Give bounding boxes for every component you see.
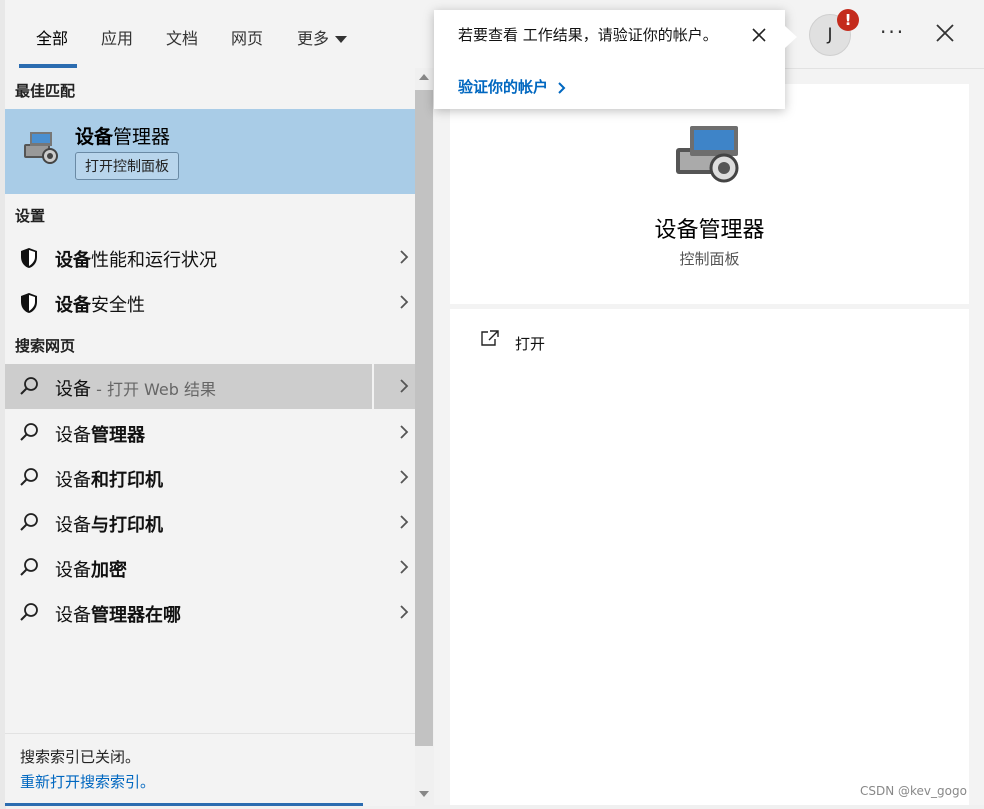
watermark: CSDN @kev_gogo bbox=[860, 784, 967, 798]
web-result-suffix: - 打开 Web 结果 bbox=[91, 380, 217, 399]
search-icon bbox=[20, 423, 38, 441]
search-icon bbox=[20, 603, 38, 621]
web-result-item[interactable]: 设备管理器 bbox=[5, 410, 415, 455]
web-result-bold: 与打印机 bbox=[91, 515, 163, 536]
chevron-right-icon bbox=[400, 470, 409, 484]
web-result-plain: 设备 bbox=[55, 605, 91, 626]
settings-item-rest: 性能和运行状况 bbox=[91, 250, 217, 271]
shield-icon bbox=[21, 248, 37, 268]
web-result-bold: 管理器在哪 bbox=[91, 605, 181, 626]
settings-item-bold: 设备 bbox=[55, 250, 91, 271]
verify-account-label: 验证你的帐户 bbox=[458, 78, 549, 96]
best-match-title: 设备管理器 bbox=[75, 122, 170, 149]
index-status-text: 搜索索引已关闭。 bbox=[20, 748, 141, 766]
preview-card: 设备管理器 控制面板 bbox=[450, 84, 969, 304]
search-icon bbox=[20, 513, 38, 531]
chevron-right-icon bbox=[400, 605, 409, 619]
search-index-footer: 搜索索引已关闭。 重新打开搜索索引。 bbox=[5, 733, 415, 806]
preview-actions: 打开 bbox=[450, 309, 969, 805]
web-result-item[interactable]: 设备管理器在哪 bbox=[5, 590, 415, 635]
web-result-plain: 设备 bbox=[55, 425, 91, 446]
open-action-label: 打开 bbox=[515, 335, 546, 353]
tab-web[interactable]: 网页 bbox=[231, 25, 263, 49]
settings-item-bold: 设备 bbox=[55, 295, 91, 316]
web-result-bold: 加密 bbox=[91, 560, 127, 581]
verify-account-popup: 若要查看 工作结果，请验证你的帐户。 验证你的帐户 bbox=[434, 10, 785, 109]
web-result-label: 设备管理器 bbox=[55, 421, 145, 447]
device-manager-icon bbox=[676, 126, 739, 183]
chevron-right-icon[interactable] bbox=[399, 378, 409, 394]
tab-more[interactable]: 更多 bbox=[297, 25, 348, 49]
popup-message: 若要查看 工作结果，请验证你的帐户。 bbox=[458, 26, 718, 44]
settings-header: 设置 bbox=[15, 207, 46, 225]
web-result-item[interactable]: 设备加密 bbox=[5, 545, 415, 590]
web-result-label: 设备管理器在哪 bbox=[55, 601, 181, 627]
divider bbox=[372, 364, 374, 409]
best-match-header: 最佳匹配 bbox=[15, 82, 76, 100]
web-result-plain: 设备 bbox=[55, 515, 91, 536]
device-manager-icon bbox=[24, 132, 58, 164]
chevron-right-icon bbox=[400, 295, 409, 309]
web-result-label: 设备 - 打开 Web 结果 bbox=[55, 375, 216, 401]
preview-title: 设备管理器 bbox=[654, 218, 765, 243]
web-result-plain: 设备 bbox=[55, 379, 91, 400]
close-icon[interactable] bbox=[933, 21, 957, 45]
chevron-right-icon bbox=[400, 515, 409, 529]
settings-item-health[interactable]: 设备性能和运行状况 bbox=[5, 235, 415, 280]
best-match-title-bold: 设备 bbox=[75, 126, 114, 148]
close-icon[interactable] bbox=[750, 26, 768, 44]
web-result-item[interactable]: 设备和打印机 bbox=[5, 455, 415, 500]
scroll-down-icon[interactable] bbox=[419, 791, 429, 797]
best-match-subtitle: 打开控制面板 bbox=[75, 152, 179, 180]
settings-item-label: 设备性能和运行状况 bbox=[55, 246, 217, 272]
reopen-index-link[interactable]: 重新打开搜索索引。 bbox=[20, 771, 155, 792]
tab-documents[interactable]: 文档 bbox=[166, 25, 198, 49]
web-result-label: 设备加密 bbox=[55, 556, 127, 582]
best-match-title-rest: 管理器 bbox=[113, 126, 171, 148]
alert-badge: ! bbox=[837, 9, 859, 31]
search-icon bbox=[20, 558, 38, 576]
shield-icon bbox=[21, 293, 37, 313]
chevron-down-icon bbox=[335, 36, 348, 43]
web-result-plain: 设备 bbox=[55, 470, 91, 491]
settings-item-label: 设备安全性 bbox=[55, 291, 145, 317]
tab-more-label: 更多 bbox=[297, 29, 330, 48]
scroll-up-icon[interactable] bbox=[419, 74, 429, 80]
web-result-item[interactable]: 设备与打印机 bbox=[5, 500, 415, 545]
popup-pointer bbox=[785, 26, 797, 48]
web-result-bold: 和打印机 bbox=[91, 470, 163, 491]
tab-all[interactable]: 全部 bbox=[36, 25, 68, 49]
chevron-right-icon bbox=[558, 81, 566, 94]
more-options-icon[interactable]: ··· bbox=[880, 20, 905, 44]
web-result-open[interactable]: 设备 - 打开 Web 结果 bbox=[5, 364, 415, 409]
verify-account-link[interactable]: 验证你的帐户 bbox=[458, 76, 566, 97]
web-search-header: 搜索网页 bbox=[15, 337, 76, 355]
chevron-right-icon bbox=[400, 425, 409, 439]
tab-apps[interactable]: 应用 bbox=[101, 25, 133, 49]
chevron-right-icon bbox=[400, 250, 409, 264]
web-result-label: 设备与打印机 bbox=[55, 511, 163, 537]
search-icon bbox=[20, 468, 38, 486]
chevron-right-icon bbox=[400, 560, 409, 574]
best-match-item[interactable]: 设备管理器 打开控制面板 bbox=[5, 109, 415, 194]
search-box-edge bbox=[5, 803, 363, 806]
open-external-icon bbox=[481, 330, 499, 346]
search-icon bbox=[20, 377, 38, 395]
preview-subtitle: 控制面板 bbox=[679, 250, 740, 268]
web-result-label: 设备和打印机 bbox=[55, 466, 163, 492]
settings-item-rest: 安全性 bbox=[91, 295, 145, 316]
web-result-plain: 设备 bbox=[55, 560, 91, 581]
scrollbar-thumb[interactable] bbox=[415, 90, 433, 746]
web-result-bold: 管理器 bbox=[91, 425, 145, 446]
settings-item-security[interactable]: 设备安全性 bbox=[5, 280, 415, 325]
